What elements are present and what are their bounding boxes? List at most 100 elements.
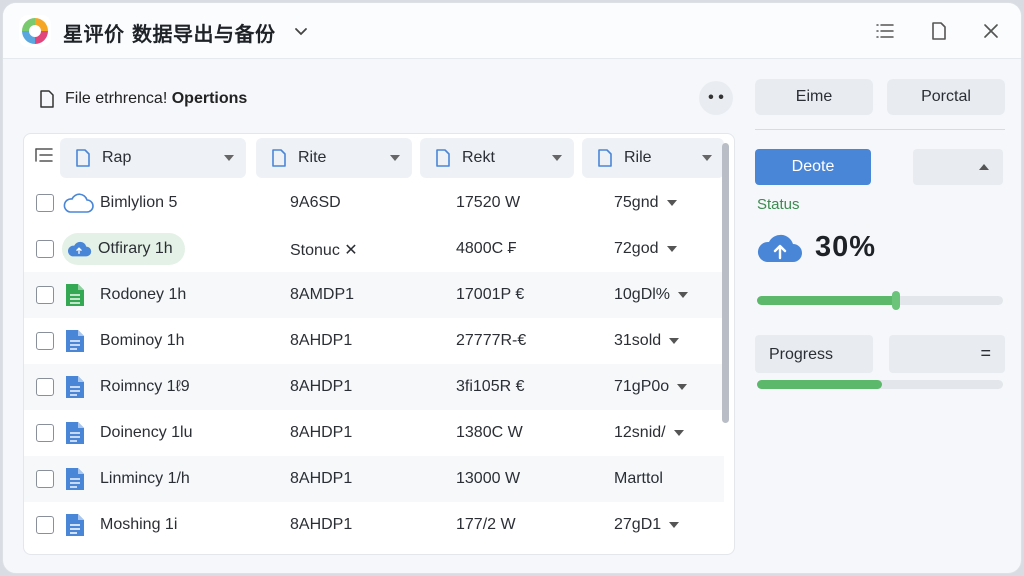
row-col2: 8AHDP1 [290,516,353,533]
app-logo-icon [19,15,51,47]
row-checkbox[interactable] [36,240,54,258]
doc-file-icon [66,376,84,398]
sort-button[interactable] [913,149,1003,185]
dropdown-arrow-icon [673,429,684,436]
file-table: Rap Rite Rekt Rile Bimlylion 5 9A6SD 175… [23,133,735,555]
title-bar: 星评价 数据导出与备份 [3,3,1021,59]
chevron-down-icon [390,155,400,161]
vertical-scrollbar[interactable] [722,143,729,423]
row-col4: 71gP0o [614,378,670,395]
doc-file-icon [66,422,84,444]
row-checkbox[interactable] [36,378,54,396]
chevron-down-icon [552,155,562,161]
row-col2: 8AHDP1 [290,470,353,487]
row-col4-dropdown[interactable]: 75gnd [614,194,677,212]
row-col2: 8AHDP1 [290,378,353,395]
app-window: 星评价 数据导出与备份 File etrhrenca! Opertions • … [2,2,1022,574]
table-row[interactable]: Roimncy 1ℓ9 8AHDP1 3fi105R € 71gP0o [24,364,724,410]
column-header-1[interactable]: Rap [60,138,246,178]
percent-value: 30% [815,231,877,263]
row-col3: 17520 W [456,194,521,211]
row-col3: 4800C ₣ [456,240,517,257]
row-col2: 9A6SD [290,194,341,211]
file-icon [40,90,54,108]
more-options-button[interactable]: • • [699,81,733,115]
row-col4-dropdown[interactable]: 72god [614,240,677,258]
row-checkbox[interactable] [36,424,54,442]
maximize-button[interactable] [927,19,951,43]
cloud-upload-icon [757,234,802,262]
doc-file-icon [66,468,84,490]
row-checkbox[interactable] [36,332,54,350]
table-row[interactable]: Bimlylion 5 9A6SD 17520 W 75gnd [24,180,724,226]
row-col2: 8AHDP1 [290,424,353,441]
table-row[interactable]: Rodoney 1h 8AMDP1 17001P € 10gDl% [24,272,724,318]
list-view-button[interactable] [873,19,897,43]
row-name: Linmincy 1/h [100,470,190,487]
dropdown-arrow-icon [666,199,677,206]
dropdown-arrow-icon [669,337,680,344]
chevron-down-icon [224,155,234,161]
close-button[interactable] [979,19,1003,43]
progress-label: Progress [755,335,873,373]
column-label: Rekt [462,149,495,166]
chevron-down-icon[interactable] [293,23,309,39]
table-row[interactable]: Moshing 1i 8AHDP1 177/2 W 27gD1 [24,502,724,548]
table-row[interactable]: Linmincy 1/h 8AHDP1 13000 W Marttol [24,456,724,502]
row-col4-dropdown[interactable]: 31sold [614,332,680,350]
row-checkbox[interactable] [36,286,54,304]
list-icon [876,24,894,38]
table-header: Rap Rite Rekt Rile [24,134,734,180]
row-checkbox[interactable] [36,516,54,534]
divider [755,129,1005,130]
row-col4: 27gD1 [614,516,662,533]
row-col2: 8AMDP1 [290,286,355,303]
cloud-icon [63,193,94,213]
row-col4: 12snid/ [614,424,666,441]
progress-fill [757,380,882,389]
row-col3: 27777R-€ [456,332,527,349]
row-col3: 3fi105R € [456,378,525,395]
row-checkbox[interactable] [36,470,54,488]
column-label: Rap [102,149,132,166]
table-row[interactable]: Bominoy 1h 8AHDP1 27777R-€ 31sold [24,318,724,364]
list-icon[interactable] [34,146,54,164]
file-icon [598,149,612,167]
row-checkbox[interactable] [36,194,54,212]
row-name: Bominoy 1h [100,332,185,349]
panel-title-bold: Opertions [171,90,248,107]
row-col4: 31sold [614,332,662,349]
dropdown-arrow-icon [677,383,688,390]
table-row[interactable]: Otfirary 1h Stonuc ✕ 4800C ₣ 72god [24,226,724,272]
doc-file-icon [66,330,84,352]
chevron-up-icon [979,164,989,170]
eime-button[interactable]: Eime [755,79,873,115]
row-col4-dropdown[interactable]: 71gP0o [614,378,688,396]
row-col4: 10gDl% [614,286,671,303]
table-row[interactable]: Doinency 1lu 8AHDP1 1380C W 12snid/ [24,410,724,456]
deote-button[interactable]: Deote [755,149,871,185]
row-col3: 13000 W [456,470,521,487]
file-icon [76,149,90,167]
column-header-4[interactable]: Rile [582,138,724,178]
close-icon [984,24,998,38]
sheet-file-icon [66,284,84,306]
row-name: Roimncy 1ℓ9 [100,378,190,395]
app-title: 星评价 数据导出与备份 [63,22,276,46]
row-col4: Marttol [614,470,663,487]
row-col3: 1380C W [456,424,523,441]
panel-title-prefix: File etrhrenca! [65,90,168,107]
column-header-3[interactable]: Rekt [420,138,574,178]
column-header-2[interactable]: Rite [256,138,412,178]
row-col4-dropdown[interactable]: 27gD1 [614,516,680,534]
row-col2: 8AHDP1 [290,332,353,349]
column-label: Rile [624,149,652,166]
progress-menu-button[interactable]: = [889,335,1005,373]
porctal-button[interactable]: Porctal [887,79,1005,115]
row-col4-dropdown[interactable]: 10gDl% [614,286,689,304]
row-name: Doinency 1lu [100,424,193,441]
status-slider-handle[interactable] [892,291,900,310]
row-col3: 17001P € [456,286,525,303]
row-col4-dropdown[interactable]: 12snid/ [614,424,684,442]
dropdown-arrow-icon [666,245,677,252]
